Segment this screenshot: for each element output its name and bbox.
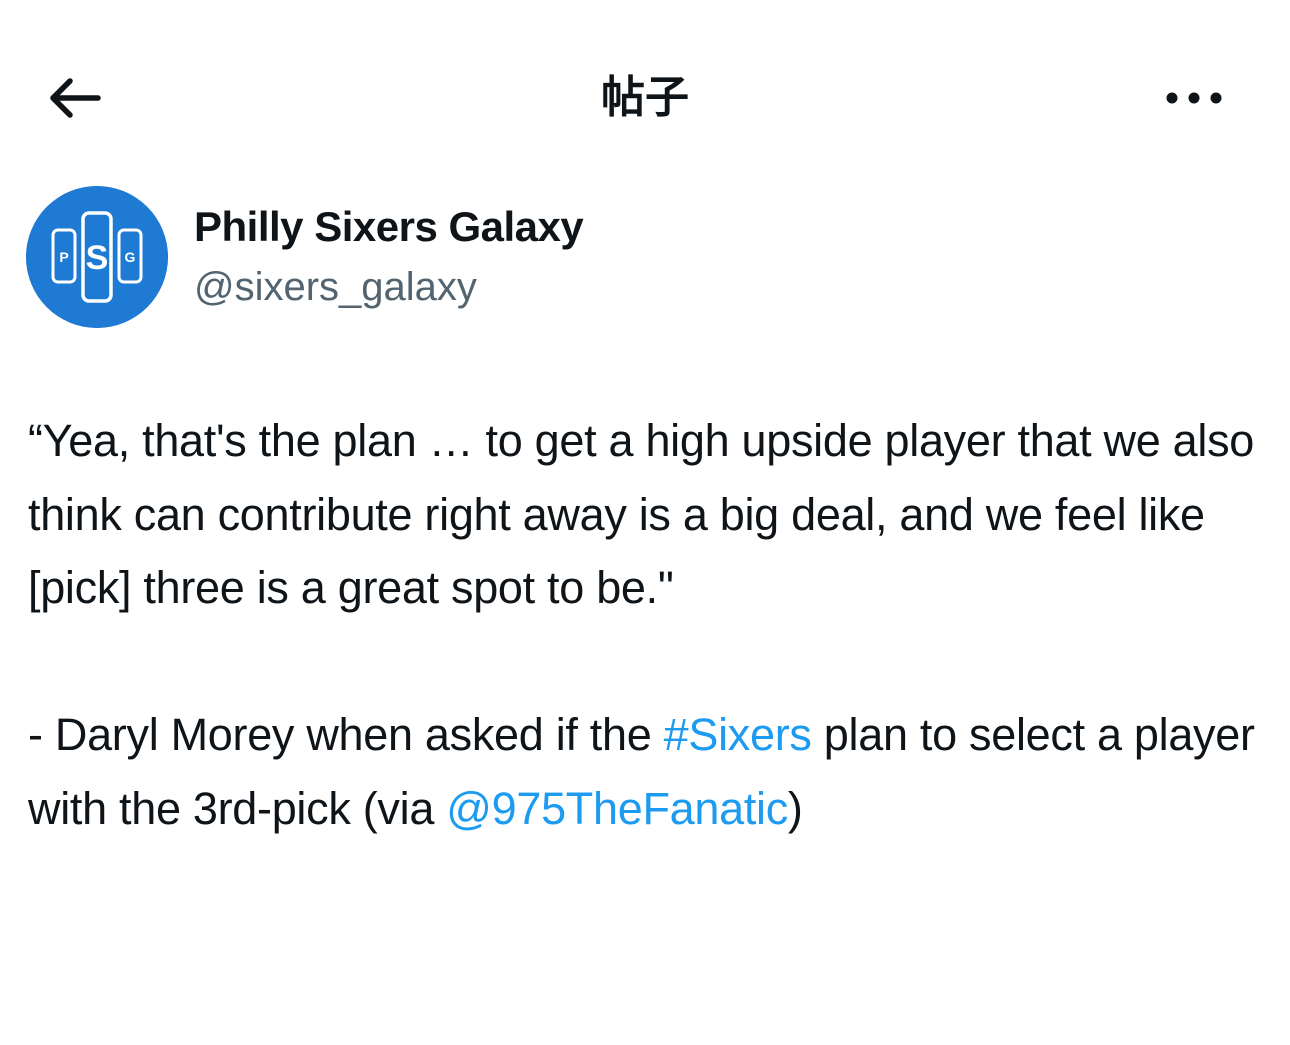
hashtag-link[interactable]: #Sixers: [664, 709, 812, 760]
mention-link[interactable]: @975TheFanatic: [446, 783, 788, 834]
avatar-letter-s: S: [86, 239, 109, 277]
post-text: “Yea, that's the plan … to get a high up…: [28, 404, 1268, 845]
attribution-suffix: ): [787, 782, 803, 834]
author-info: Philly Sixers Galaxy @sixers_galaxy: [194, 200, 584, 314]
post-quote: “Yea, that's the plan … to get a high up…: [28, 415, 1255, 613]
more-options-button[interactable]: [1158, 70, 1230, 126]
post-attribution: - Daryl Morey when asked if the #Sixers …: [28, 698, 1268, 845]
top-bar: 帖子: [0, 0, 1290, 200]
avatar[interactable]: P S G: [26, 186, 168, 328]
page-title: 帖子: [601, 72, 689, 123]
avatar-letter-p: P: [59, 249, 68, 265]
more-horizontal-icon: [1166, 92, 1222, 104]
post-author: P S G Philly Sixers Galaxy @sixers_galax…: [26, 186, 584, 328]
author-display-name[interactable]: Philly Sixers Galaxy: [194, 200, 584, 254]
avatar-letter-g: G: [125, 249, 136, 265]
author-handle[interactable]: @sixers_galaxy: [194, 260, 583, 314]
attribution-prefix: - Daryl Morey when asked if the: [28, 709, 664, 760]
